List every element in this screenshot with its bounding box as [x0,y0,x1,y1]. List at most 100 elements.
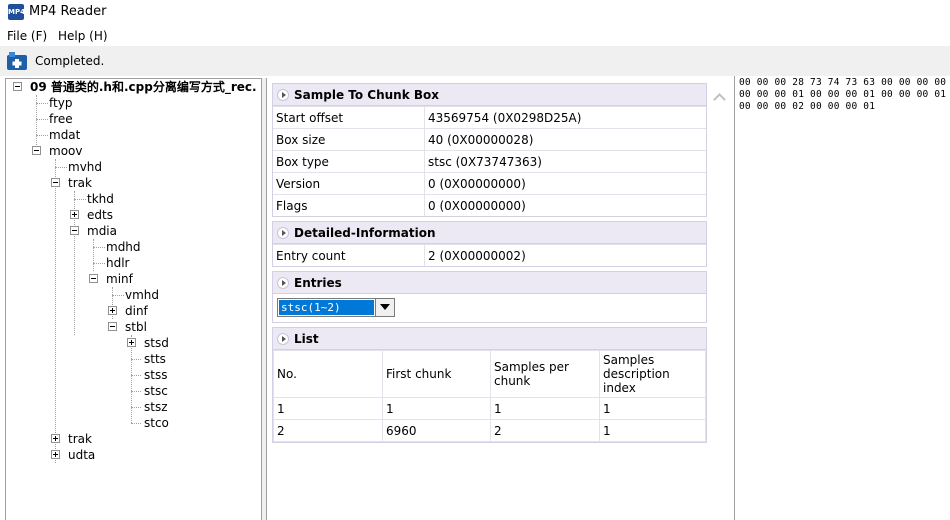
tree-node-stco[interactable]: stco [144,415,169,431]
menu-help[interactable]: Help (H) [58,29,108,43]
table-cell: 2 [273,419,383,442]
expand-icon[interactable] [51,450,60,459]
expand-arrow-icon[interactable] [277,333,289,345]
tree-node-ftyp[interactable]: ftyp [49,95,72,111]
hex-dump-panel[interactable]: 00 00 00 28 73 74 73 63 00 00 00 00 00 0… [734,76,950,520]
tree-node-moov[interactable]: moov [49,143,82,159]
entries-table: No. First chunk Samples per chunk Sample… [273,350,706,442]
tree-node-mdat[interactable]: mdat [49,127,80,143]
expand-icon[interactable] [70,210,79,219]
tree-node-stsd[interactable]: stsd [144,335,169,351]
table-cell: 1 [599,397,706,420]
section-header[interactable]: Detailed-Information [273,222,706,244]
table-cell: 6960 [382,419,491,442]
list-section: List No. First chunk Samples per chunk S… [272,327,707,443]
hex-line: 00 00 00 01 00 00 00 01 00 00 00 01 [739,89,947,100]
table-row: 2 6960 2 1 [273,419,706,442]
property-row: Flags 0 (0X00000000) [273,194,706,216]
status-app-icon [7,52,27,70]
table-header-row: No. First chunk Samples per chunk Sample… [273,350,706,398]
property-value: 0 (0X00000000) [428,199,526,213]
property-row: Box size 40 (0X00000028) [273,128,706,150]
detail-info-section: Detailed-Information Entry count 2 (0X00… [272,221,707,267]
tree-node-mvhd[interactable]: mvhd [68,159,102,175]
hex-line: 00 00 00 28 73 74 73 63 00 00 00 00 [739,77,947,88]
tree-node-dinf[interactable]: dinf [125,303,148,319]
property-value: stsc (0X73747363) [428,155,542,169]
menu-file[interactable]: File (F) [7,29,47,43]
section-title: Sample To Chunk Box [294,88,440,102]
table-cell: 2 [490,419,600,442]
status-text: Completed. [35,54,105,68]
section-header[interactable]: List [273,328,706,350]
tree-node-stsc[interactable]: stsc [144,383,168,399]
expand-arrow-icon[interactable] [277,227,289,239]
entries-combo-area: stsc(1~2) [273,294,706,322]
section-header[interactable]: Sample To Chunk Box [273,84,706,106]
section-title: Entries [294,276,342,290]
tree-node-minf[interactable]: minf [106,271,133,287]
box-tree[interactable]: 09 普通类的.h和.cpp分离编写方式_rec. ftyp free mdat… [5,78,262,520]
property-key: Box type [273,151,425,172]
title-bar: MP4 MP4 Reader [0,0,950,24]
expand-arrow-icon[interactable] [277,277,289,289]
tree-node-udta[interactable]: udta [68,447,95,463]
property-row: Box type stsc (0X73747363) [273,150,706,172]
expand-icon[interactable] [51,434,60,443]
box-section: Sample To Chunk Box Start offset 4356975… [272,83,707,217]
property-key: Box size [273,129,425,150]
tree-node-trak[interactable]: trak [68,175,92,191]
tree-node-edts[interactable]: edts [87,207,113,223]
dropdown-arrow-icon[interactable] [375,299,394,316]
column-header: First chunk [382,350,491,398]
property-row: Start offset 43569754 (0X0298D25A) [273,106,706,128]
section-title: Detailed-Information [294,226,436,240]
tree-node-root[interactable]: 09 普通类的.h和.cpp分离编写方式_rec. [30,79,257,95]
tree-node-free[interactable]: free [49,111,73,127]
expand-icon[interactable] [108,306,117,315]
table-cell: 1 [490,397,600,420]
detail-panel: Sample To Chunk Box Start offset 4356975… [266,78,733,520]
collapse-icon[interactable] [32,146,41,155]
tree-node-vmhd[interactable]: vmhd [125,287,159,303]
entries-selected-value[interactable]: stsc(1~2) [279,300,374,315]
property-value: 40 (0X00000028) [428,133,534,147]
scroll-up-icon[interactable] [713,92,727,106]
property-value: 2 (0X00000002) [428,249,526,263]
tree-node-trak[interactable]: trak [68,431,92,447]
collapse-icon[interactable] [89,274,98,283]
entries-section: Entries stsc(1~2) [272,271,707,323]
column-header: Samples per chunk [490,350,600,398]
tree-node-mdia[interactable]: mdia [87,223,117,239]
table-cell: 1 [273,397,383,420]
hex-line: 00 00 00 02 00 00 00 01 [739,101,876,112]
table-cell: 1 [382,397,491,420]
tree-node-mdhd[interactable]: mdhd [106,239,141,255]
collapse-icon[interactable] [51,178,60,187]
collapse-icon[interactable] [70,226,79,235]
tree-node-tkhd[interactable]: tkhd [87,191,114,207]
tree-node-stsz[interactable]: stsz [144,399,168,415]
collapse-icon[interactable] [108,322,117,331]
column-header: Samples description index [599,350,706,398]
property-key: Entry count [273,245,425,266]
expand-icon[interactable] [127,338,136,347]
table-cell: 1 [599,419,706,442]
expand-arrow-icon[interactable] [277,89,289,101]
column-header: No. [273,350,383,398]
menu-bar: File (F) Help (H) [0,26,950,46]
status-bar: Completed. [0,46,950,76]
section-title: List [294,332,319,346]
property-row: Entry count 2 (0X00000002) [273,244,706,266]
tree-node-stts[interactable]: stts [144,351,166,367]
section-header[interactable]: Entries [273,272,706,294]
property-key: Start offset [273,107,425,128]
property-value: 43569754 (0X0298D25A) [428,111,582,125]
tree-node-hdlr[interactable]: hdlr [106,255,130,271]
tree-node-stbl[interactable]: stbl [125,319,147,335]
tree-node-stss[interactable]: stss [144,367,167,383]
collapse-icon[interactable] [13,82,22,91]
table-row: 1 1 1 1 [273,397,706,420]
entries-dropdown[interactable]: stsc(1~2) [277,298,395,317]
mp4-app-icon: MP4 [8,4,25,20]
